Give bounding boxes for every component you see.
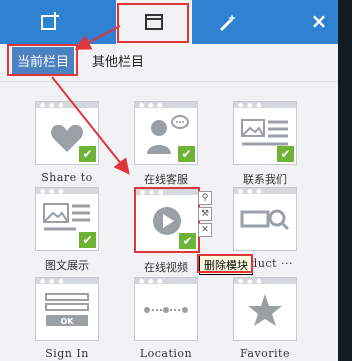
tab-other-columns[interactable]: 其他栏目 [92, 47, 144, 74]
check-icon: ✔ [79, 146, 96, 162]
module-item-favorite[interactable]: ● ● ● Favorite [233, 277, 297, 360]
delete-module-tooltip: 删除模块 [199, 255, 253, 275]
module-card[interactable]: ● ● ● ✔ [134, 101, 198, 165]
divider [0, 81, 338, 82]
check-icon: ✔ [179, 233, 196, 249]
window-icon [145, 14, 163, 30]
module-item-image-text[interactable]: ● ● ● ✔ 图文展示 [35, 187, 99, 273]
tab-add-module[interactable] [12, 0, 88, 44]
module-label: Location [139, 347, 193, 360]
close-button[interactable]: × [304, 6, 334, 36]
search-icon[interactable]: ⚲ [198, 191, 212, 205]
wrench-icon[interactable]: ⚒ [198, 207, 212, 221]
module-card[interactable]: ● ● ● ✔ [35, 101, 99, 165]
module-card[interactable]: ● ● ● [134, 277, 198, 341]
module-label: 联系我们 [243, 173, 287, 186]
module-panel: × 当前栏目 其他栏目 ● ● ● ✔ Share to ● ● ● ✔ 在线客… [0, 0, 338, 361]
check-icon: ✔ [178, 146, 195, 162]
module-card[interactable]: ● ● ● [233, 187, 297, 251]
delete-icon[interactable]: ✕ [198, 223, 212, 237]
module-item-contact[interactable]: ● ● ● ✔ 联系我们 [233, 101, 297, 187]
module-card[interactable]: ● ● ● [233, 277, 297, 341]
subtab-bar: 当前栏目 其他栏目 [0, 44, 338, 78]
module-label: 在线视频 [144, 261, 188, 274]
location-icon [144, 307, 188, 313]
module-label: Favorite [240, 347, 290, 360]
add-module-icon [41, 12, 59, 30]
module-label: 在线客服 [144, 173, 188, 186]
check-icon: ✔ [277, 146, 294, 162]
star-icon [248, 294, 282, 326]
module-card[interactable]: ● ● ● OK [35, 277, 99, 341]
svg-text:OK: OK [61, 317, 75, 326]
module-label: Share to [41, 171, 93, 184]
product-search-icon [240, 209, 290, 231]
module-card[interactable]: ● ● ● ✔ [233, 101, 297, 165]
module-card[interactable]: ● ● ● ✔ [35, 187, 99, 251]
check-icon: ✔ [79, 232, 96, 248]
module-tools: ⚲ ⚒ ✕ [198, 191, 212, 239]
module-card[interactable]: ● ● ● ✔ [134, 187, 200, 253]
close-icon: × [310, 9, 328, 33]
module-label: Sign In [45, 347, 89, 360]
module-label-text: duct [250, 257, 277, 270]
module-label: 图文展示 [45, 259, 89, 272]
more-indicator: ··· [281, 257, 293, 270]
magic-wand-icon [219, 14, 236, 32]
tab-effects[interactable] [190, 0, 266, 44]
module-item-share[interactable]: ● ● ● ✔ Share to [35, 101, 99, 184]
tab-layout[interactable] [116, 0, 192, 44]
module-item-online-video[interactable]: ● ● ● ✔ 在线视频 [134, 187, 200, 275]
module-item-location[interactable]: ● ● ● Location [134, 277, 198, 360]
module-item-sign-in[interactable]: ● ● ● OK Sign In [35, 277, 99, 360]
sign-in-icon: OK [45, 293, 89, 326]
panel-toolbar: × [0, 0, 338, 44]
tab-current-columns[interactable]: 当前栏目 [12, 47, 74, 74]
module-item-online-service[interactable]: ● ● ● ✔ 在线客服 [134, 101, 198, 187]
